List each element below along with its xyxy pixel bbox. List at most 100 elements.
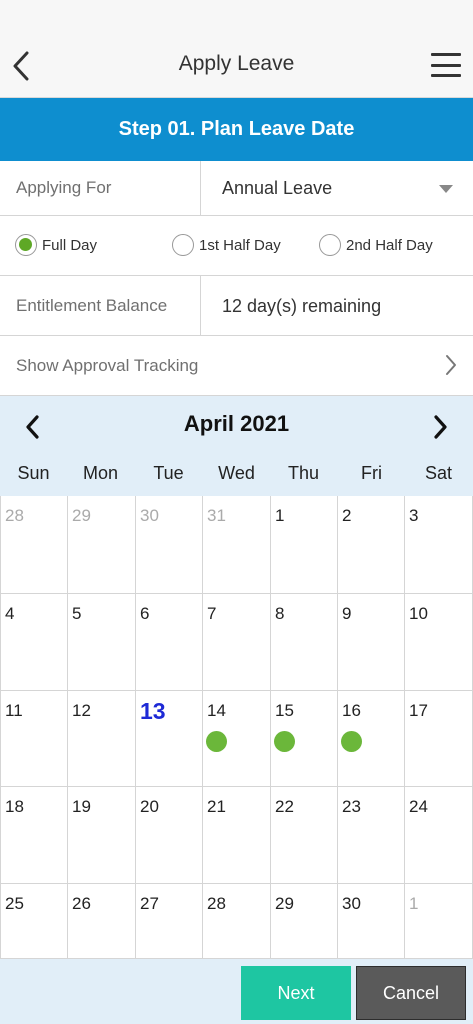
caret-down-icon[interactable] <box>439 185 453 193</box>
calendar-day-cell[interactable]: 3 <box>405 496 473 594</box>
day-number: 10 <box>409 604 428 623</box>
calendar-day-cell[interactable]: 21 <box>203 787 271 884</box>
weekday-label: Mon <box>82 463 118 483</box>
calendar-day-cell[interactable]: 26 <box>68 884 136 959</box>
applying-for-label: Applying For <box>16 178 112 197</box>
calendar-day-cell[interactable]: 30 <box>136 496 203 594</box>
day-number: 19 <box>72 797 91 816</box>
day-number: 17 <box>409 701 428 720</box>
day-number: 31 <box>207 506 226 525</box>
calendar-grid: 28 29 30 31 1 2 3 4 5 6 7 8 9 10 11 12 13 14 15 16 17 18 19 20 2… <box>0 496 473 959</box>
day-number: 8 <box>275 604 285 623</box>
calendar-day-cell[interactable]: 24 <box>405 787 473 884</box>
calendar-day-cell[interactable]: 28 <box>0 496 68 594</box>
radio-label: 2nd Half Day <box>346 236 433 254</box>
calendar-day-cell[interactable]: 23 <box>338 787 405 884</box>
calendar-day-cell[interactable]: 20 <box>136 787 203 884</box>
calendar-day-cell[interactable]: 5 <box>68 594 136 691</box>
calendar-day-cell[interactable]: 14 <box>203 691 271 787</box>
weekday-label: Tue <box>153 463 184 483</box>
calendar-day-cell[interactable]: 2 <box>338 496 405 594</box>
calendar-day-cell[interactable]: 4 <box>0 594 68 691</box>
calendar-day-cell[interactable]: 29 <box>68 496 136 594</box>
calendar-day-cell[interactable]: 13 <box>136 691 203 787</box>
day-number: 25 <box>5 894 24 913</box>
leave-type-select[interactable]: Annual Leave <box>222 178 332 199</box>
calendar-day-cell[interactable]: 25 <box>0 884 68 959</box>
footer-bar: Next Cancel <box>0 959 473 1024</box>
calendar-day-cell[interactable]: 1 <box>271 496 338 594</box>
day-number: 4 <box>5 604 15 623</box>
calendar-header: April 2021 Sun Mon Tue Wed Thu Fri Sat <box>0 396 473 496</box>
entitlement-label: Entitlement Balance <box>16 296 168 315</box>
calendar-day-cell[interactable]: 10 <box>405 594 473 691</box>
calendar-day-cell[interactable]: 6 <box>136 594 203 691</box>
leave-marker-dot <box>206 731 227 752</box>
radio-second-half-day[interactable]: 2nd Half Day <box>319 234 433 256</box>
radio-unselected-icon[interactable] <box>172 234 194 256</box>
hamburger-menu-icon[interactable] <box>431 50 461 80</box>
duration-radio-group: Full Day 1st Half Day 2nd Half Day <box>0 216 473 276</box>
day-number: 20 <box>140 797 159 816</box>
calendar-day-cell[interactable]: 15 <box>271 691 338 787</box>
day-number: 28 <box>207 894 226 913</box>
calendar-day-cell[interactable]: 9 <box>338 594 405 691</box>
day-number: 29 <box>72 506 91 525</box>
day-number: 3 <box>409 506 419 525</box>
approval-tracking-label: Show Approval Tracking <box>16 356 199 375</box>
row-divider <box>200 161 201 215</box>
cancel-button[interactable]: Cancel <box>356 966 466 1020</box>
calendar-day-cell[interactable]: 18 <box>0 787 68 884</box>
day-number: 18 <box>5 797 24 816</box>
calendar-day-cell[interactable]: 28 <box>203 884 271 959</box>
day-number: 5 <box>72 604 82 623</box>
calendar-day-cell[interactable]: 27 <box>136 884 203 959</box>
today-date-number: 13 <box>140 698 166 724</box>
radio-label: 1st Half Day <box>199 236 281 254</box>
day-number: 30 <box>140 506 159 525</box>
calendar-day-cell[interactable]: 7 <box>203 594 271 691</box>
day-number: 30 <box>342 894 361 913</box>
radio-full-day[interactable]: Full Day <box>15 234 97 256</box>
top-bar: Apply Leave <box>0 0 473 98</box>
radio-label: Full Day <box>42 236 98 254</box>
next-button[interactable]: Next <box>241 966 351 1020</box>
calendar-day-cell[interactable]: 19 <box>68 787 136 884</box>
radio-unselected-icon[interactable] <box>319 234 341 256</box>
approval-tracking-row[interactable]: Show Approval Tracking <box>0 336 473 396</box>
step-banner: Step 01. Plan Leave Date <box>0 98 473 161</box>
calendar-day-cell[interactable]: 11 <box>0 691 68 787</box>
calendar-day-cell[interactable]: 30 <box>338 884 405 959</box>
calendar-day-cell[interactable]: 17 <box>405 691 473 787</box>
day-number: 27 <box>140 894 159 913</box>
calendar-day-cell[interactable]: 22 <box>271 787 338 884</box>
weekday-label: Thu <box>287 463 320 483</box>
calendar-day-cell[interactable]: 1 <box>405 884 473 959</box>
day-number: 28 <box>5 506 24 525</box>
radio-selected-icon[interactable] <box>15 234 37 256</box>
page-title: Apply Leave <box>178 52 295 75</box>
entitlement-value: 12 day(s) remaining <box>222 296 382 316</box>
calendar-day-cell[interactable]: 12 <box>68 691 136 787</box>
weekday-label: Sun <box>17 463 50 483</box>
calendar-day-cell[interactable]: 31 <box>203 496 271 594</box>
day-number: 1 <box>409 894 419 913</box>
applying-for-row[interactable]: Applying For Annual Leave <box>0 161 473 216</box>
day-number: 24 <box>409 797 428 816</box>
calendar-day-cell[interactable]: 29 <box>271 884 338 959</box>
calendar-day-cell[interactable]: 16 <box>338 691 405 787</box>
day-number: 22 <box>275 797 294 816</box>
radio-first-half-day[interactable]: 1st Half Day <box>172 234 281 256</box>
leave-marker-dot <box>341 731 362 752</box>
day-number: 14 <box>207 701 226 720</box>
day-number: 12 <box>72 701 91 720</box>
day-number: 11 <box>5 701 23 720</box>
weekday-label: Sat <box>424 463 453 483</box>
weekday-label: Wed <box>218 463 255 483</box>
next-month-chevron-icon[interactable] <box>429 410 451 444</box>
row-divider <box>200 276 201 335</box>
day-number: 21 <box>207 797 226 816</box>
day-number: 6 <box>140 604 150 623</box>
day-number: 26 <box>72 894 91 913</box>
calendar-day-cell[interactable]: 8 <box>271 594 338 691</box>
